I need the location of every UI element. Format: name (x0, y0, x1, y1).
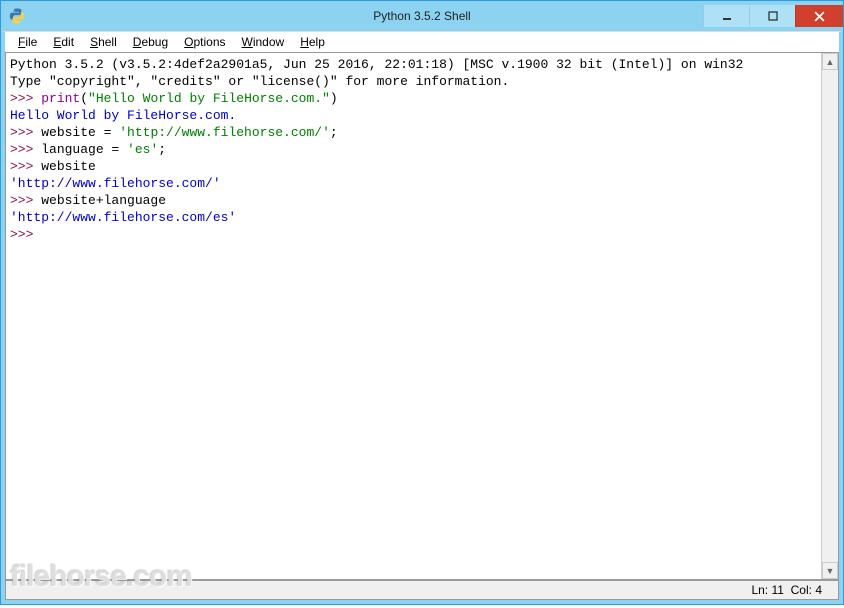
maximize-button[interactable] (749, 5, 795, 27)
menu-file[interactable]: File (11, 34, 44, 50)
status-col-value: 4 (815, 583, 822, 597)
status-ln-label: Ln: (751, 583, 768, 597)
menu-help[interactable]: Help (293, 34, 332, 50)
editor-area: Python 3.5.2 (v3.5.2:4def2a2901a5, Jun 2… (5, 52, 839, 580)
window-controls (703, 5, 843, 27)
app-window: Python 3.5.2 Shell File Edit Shell Debug… (0, 0, 844, 605)
status-col-label: Col: (791, 583, 812, 597)
minimize-button[interactable] (703, 5, 749, 27)
client-area: Python 3.5.2 (v3.5.2:4def2a2901a5, Jun 2… (1, 52, 843, 604)
statusbar: Ln: 11 Col: 4 (5, 580, 839, 600)
menu-options[interactable]: Options (177, 34, 232, 50)
scroll-down-button[interactable]: ▼ (822, 562, 838, 579)
python-icon (9, 8, 25, 24)
menu-debug[interactable]: Debug (126, 34, 175, 50)
close-button[interactable] (795, 5, 843, 27)
menubar: File Edit Shell Debug Options Window Hel… (1, 31, 843, 52)
vertical-scrollbar[interactable]: ▲ ▼ (821, 53, 838, 579)
menu-window[interactable]: Window (235, 34, 292, 50)
titlebar[interactable]: Python 3.5.2 Shell (1, 1, 843, 31)
window-title: Python 3.5.2 Shell (373, 9, 470, 23)
status-ln-value: 11 (771, 583, 783, 597)
menu-edit[interactable]: Edit (46, 34, 81, 50)
shell-text-area[interactable]: Python 3.5.2 (v3.5.2:4def2a2901a5, Jun 2… (6, 53, 821, 579)
menu-shell[interactable]: Shell (83, 34, 124, 50)
scroll-up-button[interactable]: ▲ (822, 53, 838, 70)
